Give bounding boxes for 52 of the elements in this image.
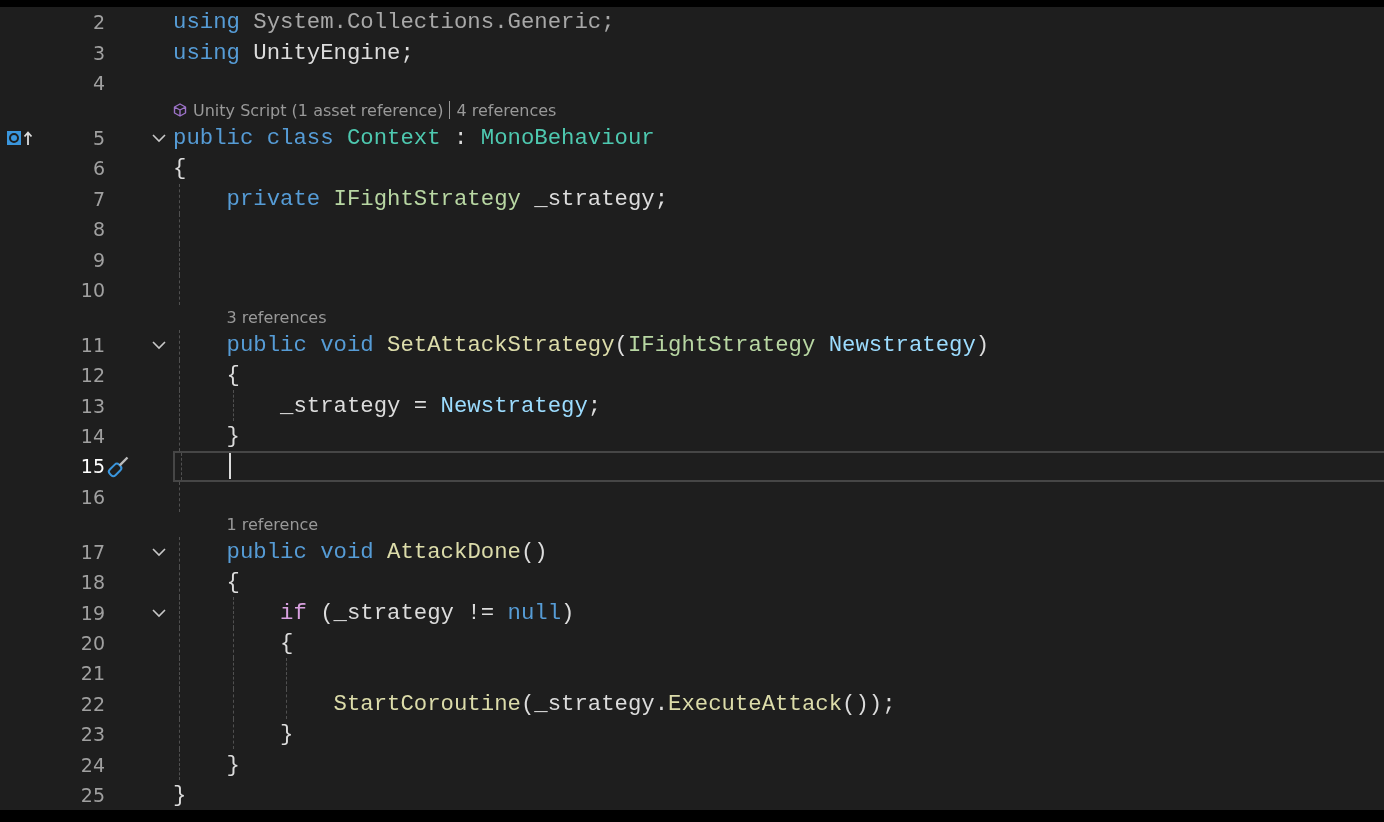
line-number: 18 — [79, 571, 105, 594]
code-line: } — [173, 781, 187, 808]
codelens-link[interactable]: 4 references — [456, 100, 557, 120]
code-line: { — [280, 630, 294, 656]
code-line: public class Context : MonoBehaviour — [173, 124, 655, 151]
line-number: 12 — [79, 364, 105, 387]
line-number: 16 — [79, 485, 105, 508]
line-number: 19 — [79, 601, 105, 624]
line-number: 25 — [79, 783, 105, 806]
code-line: } — [280, 721, 294, 748]
code-line: public void AttackDone() — [226, 538, 548, 565]
collapse-chevron-icon[interactable] — [151, 546, 167, 557]
codelens-link[interactable]: 3 references — [226, 307, 327, 327]
line-number: 14 — [79, 425, 105, 448]
line-number: 9 — [91, 248, 105, 271]
codelens-link[interactable]: Unity Script (1 asset reference) — [193, 100, 444, 120]
code-line: using UnityEngine; — [173, 39, 414, 66]
line-number: 10 — [79, 278, 105, 301]
line-number: 4 — [91, 71, 105, 94]
code-line: { — [226, 362, 240, 389]
code-line: StartCoroutine(_strategy.ExecuteAttack()); — [333, 690, 896, 717]
line-number: 2 — [91, 11, 105, 34]
code-line: private IFightStrategy _strategy; — [226, 185, 669, 212]
line-number: 24 — [79, 753, 105, 776]
code-line: } — [226, 423, 240, 450]
line-number: 23 — [79, 723, 105, 746]
collapse-chevron-icon[interactable] — [151, 607, 167, 618]
line-number: 21 — [79, 662, 105, 685]
code-line: using System.Collections.Generic; — [173, 9, 615, 36]
implements-icon[interactable] — [6, 129, 34, 146]
line-number: 6 — [91, 157, 105, 180]
code-line: { — [226, 569, 240, 596]
line-number: 17 — [79, 540, 105, 563]
line-number: 13 — [79, 394, 105, 417]
code-line: } — [226, 751, 240, 778]
line-number: 3 — [91, 41, 105, 64]
cube-icon — [173, 103, 187, 118]
line-number: 5 — [91, 126, 105, 149]
collapse-chevron-icon[interactable] — [151, 132, 167, 143]
line-number: 8 — [91, 218, 105, 241]
line-number: 20 — [79, 632, 105, 654]
code-line: public void SetAttackStrategy(IFightStrategy Newstrategy) — [226, 331, 990, 358]
line-number: 11 — [79, 333, 105, 356]
codelens-link[interactable]: 1 reference — [226, 514, 319, 534]
code-line: _strategy = Newstrategy; — [280, 392, 602, 419]
text-cursor — [228, 453, 231, 480]
code-line: { — [173, 155, 187, 182]
line-number: 15 — [79, 455, 105, 478]
line-number: 7 — [91, 187, 105, 210]
line-number: 22 — [79, 692, 105, 715]
collapse-chevron-icon[interactable] — [151, 339, 167, 350]
code-line: if (_strategy != null) — [280, 599, 575, 626]
